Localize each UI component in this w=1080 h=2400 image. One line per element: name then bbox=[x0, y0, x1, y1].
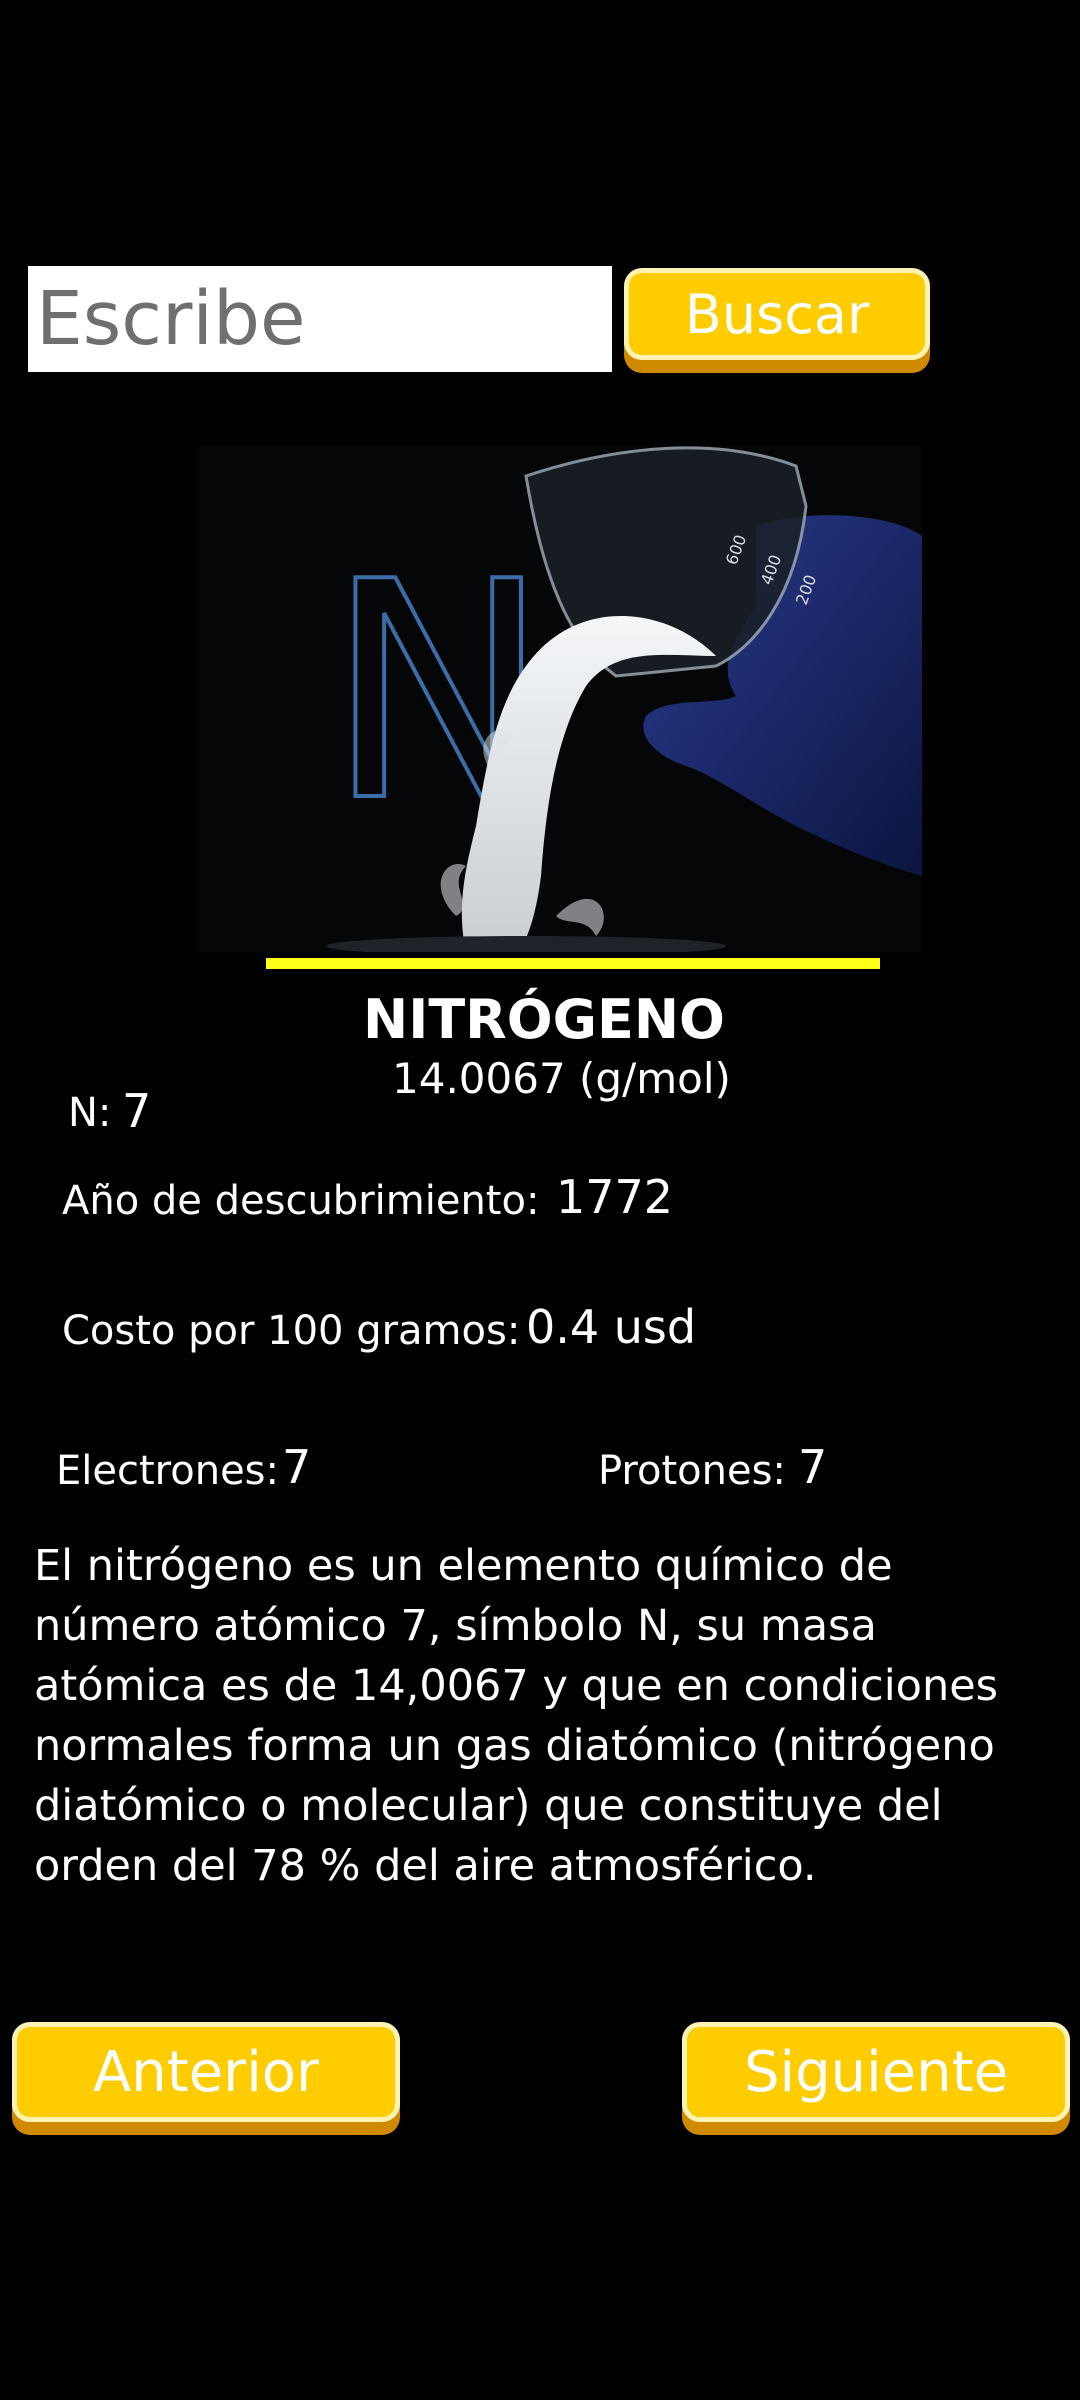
discovery-year-label: Año de descubrimiento: bbox=[62, 1178, 540, 1224]
cost-value: 0.4 usd bbox=[526, 1300, 697, 1354]
protons-label: Protones: bbox=[598, 1448, 786, 1494]
molar-mass: 14.0067 (g/mol) bbox=[392, 1054, 731, 1103]
element-name: NITRÓGENO bbox=[363, 988, 725, 1051]
atomic-number-label: N: bbox=[68, 1090, 112, 1136]
electrons-value: 7 bbox=[282, 1440, 312, 1494]
protons-value: 7 bbox=[798, 1440, 828, 1494]
discovery-year-value: 1772 bbox=[556, 1170, 674, 1224]
element-image: N 600 400 200 bbox=[196, 446, 922, 952]
previous-button[interactable]: Anterior bbox=[12, 2022, 400, 2122]
search-input[interactable] bbox=[28, 266, 612, 372]
title-underline bbox=[266, 958, 880, 969]
next-button[interactable]: Siguiente bbox=[682, 2022, 1070, 2122]
atomic-number-value: 7 bbox=[122, 1084, 152, 1138]
electrons-label: Electrones: bbox=[56, 1448, 279, 1494]
element-description: El nitrógeno es un elemento químico de n… bbox=[34, 1541, 999, 1891]
search-button[interactable]: Buscar bbox=[624, 268, 930, 360]
cost-label: Costo por 100 gramos: bbox=[62, 1308, 521, 1354]
